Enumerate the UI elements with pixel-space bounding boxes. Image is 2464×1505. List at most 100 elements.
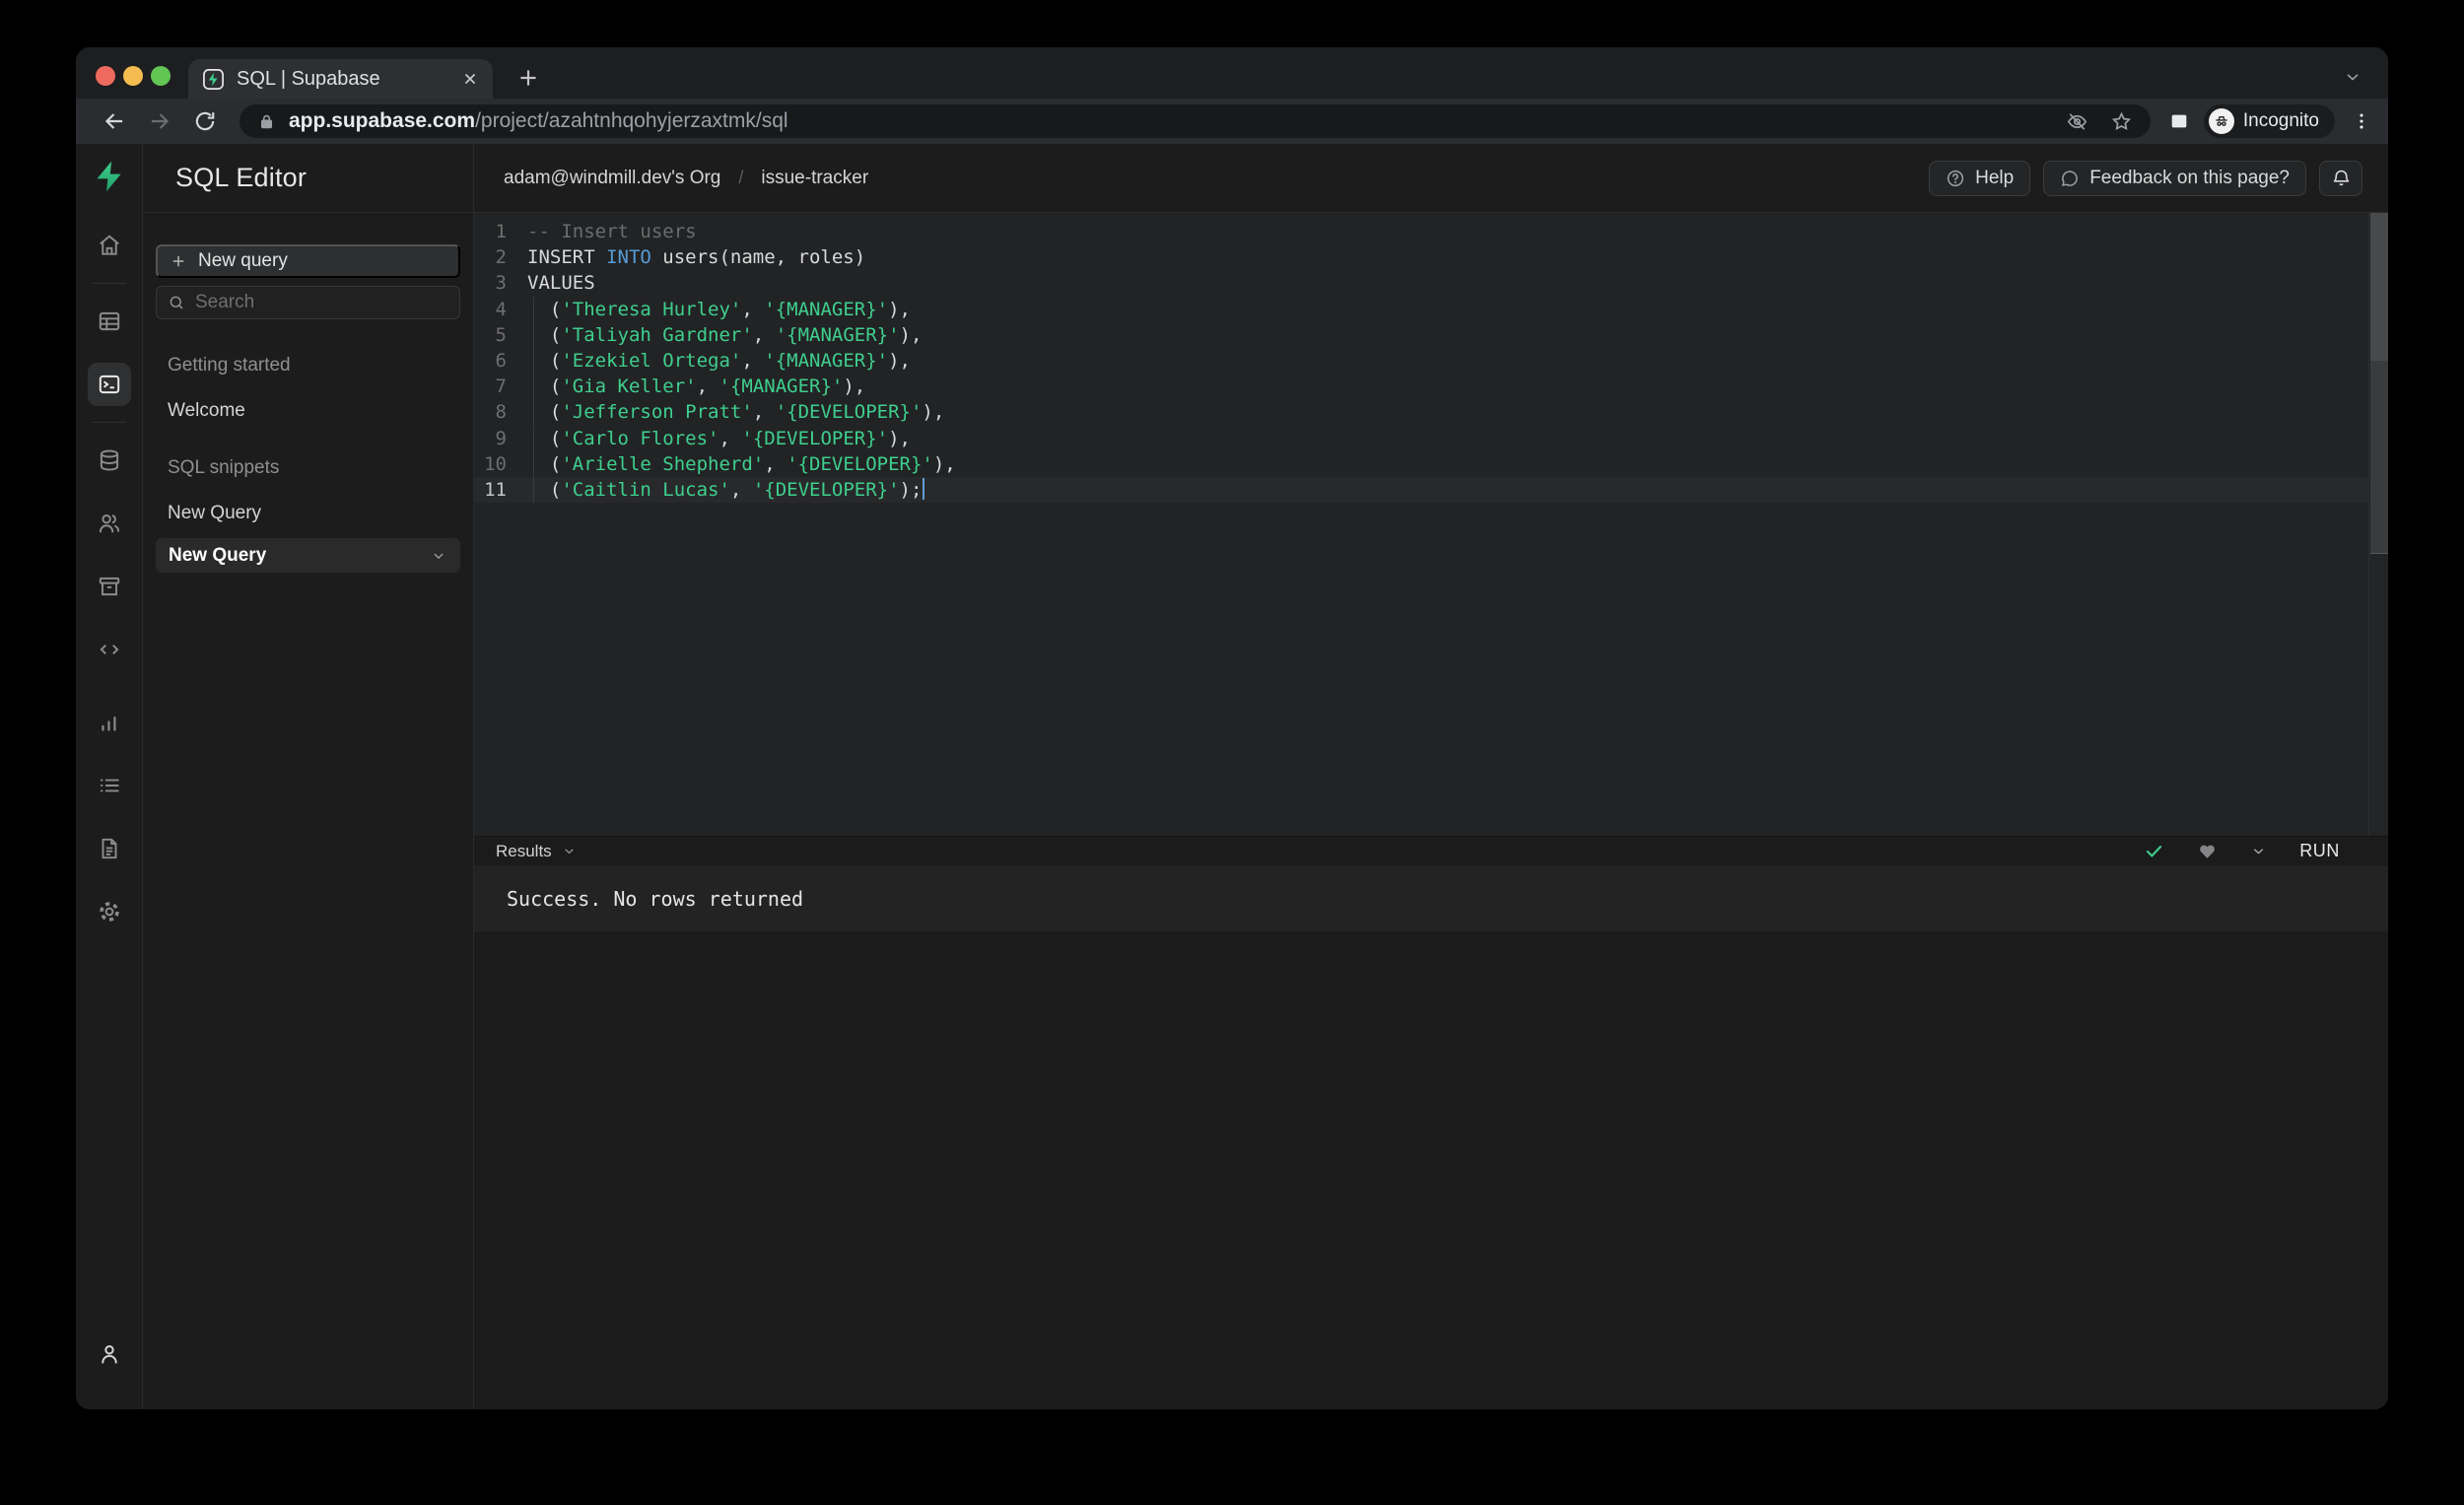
plus-icon — [170, 252, 187, 270]
forward-button[interactable] — [147, 108, 172, 134]
notifications-button[interactable] — [2319, 160, 2362, 196]
home-icon — [97, 233, 122, 258]
code-line-8[interactable]: 8 ('Jefferson Pratt', '{DEVELOPER}'), — [474, 399, 2388, 426]
line-number: 3 — [495, 272, 507, 295]
code-line-5[interactable]: 5 ('Taliyah Gardner', '{MANAGER}'), — [474, 321, 2388, 348]
main-area: SQL Editor adam@windmill.dev's Org / iss… — [143, 144, 2388, 1409]
breadcrumb-org[interactable]: adam@windmill.dev's Org — [504, 168, 720, 189]
rail-divider — [92, 283, 126, 284]
editor-scrollbar[interactable] — [2368, 213, 2388, 836]
code-text: ('Taliyah Gardner', '{MANAGER}'), — [527, 321, 2388, 348]
sidebar-item-auth[interactable] — [88, 502, 131, 545]
code-line-3[interactable]: 3 VALUES — [474, 270, 2388, 296]
side-panel-icon[interactable] — [2168, 110, 2190, 132]
sidebar-item-reports[interactable] — [88, 701, 131, 744]
code-line-9[interactable]: 9 ('Carlo Flores', '{DEVELOPER}'), — [474, 425, 2388, 451]
results-message-row: Success. No rows returned — [474, 865, 2388, 931]
run-button[interactable]: RUN — [2299, 841, 2340, 861]
sidebar-item-new-query[interactable]: New Query — [168, 503, 448, 524]
snippet-search[interactable] — [156, 286, 460, 319]
results-label[interactable]: Results — [496, 842, 552, 861]
run-options-chevron-icon[interactable] — [2250, 843, 2267, 859]
results-actions: RUN — [2144, 841, 2388, 861]
success-message: Success. No rows returned — [507, 886, 804, 911]
code-icon — [97, 637, 122, 662]
section-heading-sql-snippets: SQL snippets — [168, 457, 280, 478]
close-window-button[interactable] — [96, 66, 115, 86]
sidebar-item-sql-editor[interactable] — [87, 363, 131, 406]
reload-button[interactable] — [192, 108, 218, 134]
file-text-icon — [97, 836, 122, 861]
code-line-11[interactable]: 11 ('Caitlin Lucas', '{DEVELOPER}'); — [474, 476, 2388, 504]
new-tab-button[interactable] — [515, 65, 541, 91]
code-text: ('Jefferson Pratt', '{DEVELOPER}'), — [527, 399, 2388, 426]
favorite-heart-icon[interactable] — [2197, 841, 2218, 861]
results-bar: Results RUN — [474, 836, 2388, 865]
gear-icon — [97, 899, 122, 924]
minimize-window-button[interactable] — [123, 66, 143, 86]
sidebar-item-welcome[interactable]: Welcome — [168, 400, 448, 422]
code-line-10[interactable]: 10 ('Arielle Shepherd', '{DEVELOPER}'), — [474, 450, 2388, 477]
sidebar-item-account[interactable] — [88, 1333, 131, 1376]
code-text: ('Caitlin Lucas', '{DEVELOPER}'); — [527, 476, 2388, 504]
panel-header: SQL Editor — [143, 144, 474, 212]
browser-menu-icon[interactable] — [2351, 110, 2372, 132]
search-icon — [168, 294, 185, 311]
code-line-1[interactable]: 1 -- Insert users — [474, 219, 2388, 244]
new-query-button[interactable]: New query — [156, 244, 460, 278]
section-heading-getting-started: Getting started — [168, 355, 291, 376]
code-line-2[interactable]: 2 INSERT INTO users(name, roles) — [474, 244, 2388, 270]
code-lines: 1 -- Insert users 2 INSERT INTO users(name,… — [474, 219, 2388, 504]
code-line-4[interactable]: 4 ('Theresa Hurley', '{MANAGER}'), — [474, 296, 2388, 322]
incognito-badge: Incognito — [2203, 104, 2335, 138]
breadcrumb-project[interactable]: issue-tracker — [761, 168, 868, 189]
snippets-panel: New query Getting started Welcome SQL sn… — [143, 213, 474, 1409]
text-cursor — [923, 478, 925, 501]
code-text: INSERT INTO users(name, roles) — [527, 246, 866, 269]
sql-editor[interactable]: 1 -- Insert users 2 INSERT INTO users(name,… — [474, 213, 2388, 836]
eye-off-icon[interactable] — [2066, 110, 2088, 133]
back-button[interactable] — [102, 108, 127, 134]
browser-tab[interactable]: SQL | Supabase — [188, 59, 493, 99]
code-text: ('Carlo Flores', '{DEVELOPER}'), — [527, 425, 2388, 451]
address-bar[interactable]: app.supabase.com/project/azahtnhqohyjerz… — [240, 104, 2151, 138]
maximize-window-button[interactable] — [151, 66, 171, 86]
line-number: 9 — [495, 427, 507, 449]
tab-search-chevron-icon[interactable] — [2343, 67, 2362, 87]
success-check-icon — [2144, 841, 2164, 861]
line-number: 2 — [495, 246, 507, 269]
help-label: Help — [1975, 167, 2015, 188]
bookmark-star-icon[interactable] — [2110, 110, 2133, 133]
scrollbar-thumb-secondary — [2370, 361, 2388, 554]
sidebar-item-new-query-selected[interactable]: New Query — [156, 538, 460, 573]
window-controls — [96, 66, 171, 86]
sidebar-item-storage[interactable] — [88, 565, 131, 608]
url-text: app.supabase.com/project/azahtnhqohyjerz… — [289, 109, 2066, 133]
search-input[interactable] — [195, 292, 448, 313]
terminal-icon — [97, 372, 122, 397]
chevron-down-icon[interactable] — [430, 547, 447, 565]
line-number: 7 — [495, 376, 507, 398]
results-chevron-icon[interactable] — [562, 844, 577, 858]
scrollbar-thumb[interactable] — [2370, 213, 2388, 361]
close-tab-icon[interactable] — [461, 70, 479, 88]
sidebar-item-table-editor[interactable] — [88, 300, 131, 343]
url-path: /project/azahtnhqohyjerzaxtmk/sql — [475, 109, 788, 132]
sidebar-item-database[interactable] — [88, 439, 131, 482]
list-icon — [97, 773, 122, 798]
sidebar-item-home[interactable] — [88, 224, 131, 267]
person-icon — [97, 1341, 122, 1367]
sidebar-item-edge-functions[interactable] — [88, 628, 131, 671]
sidebar-rail — [76, 144, 143, 1409]
sidebar-item-settings[interactable] — [88, 890, 131, 933]
code-line-7[interactable]: 7 ('Gia Keller', '{MANAGER}'), — [474, 374, 2388, 400]
code-line-6[interactable]: 6 ('Ezekiel Ortega', '{MANAGER}'), — [474, 348, 2388, 375]
help-button[interactable]: Help — [1929, 160, 2031, 196]
sidebar-item-logs[interactable] — [88, 764, 131, 807]
supabase-logo[interactable] — [92, 159, 127, 194]
feedback-button[interactable]: Feedback on this page? — [2043, 160, 2306, 196]
results-empty-area — [474, 931, 2388, 1409]
line-number: 5 — [495, 323, 507, 346]
feedback-label: Feedback on this page? — [2089, 167, 2290, 188]
sidebar-item-docs[interactable] — [88, 827, 131, 870]
